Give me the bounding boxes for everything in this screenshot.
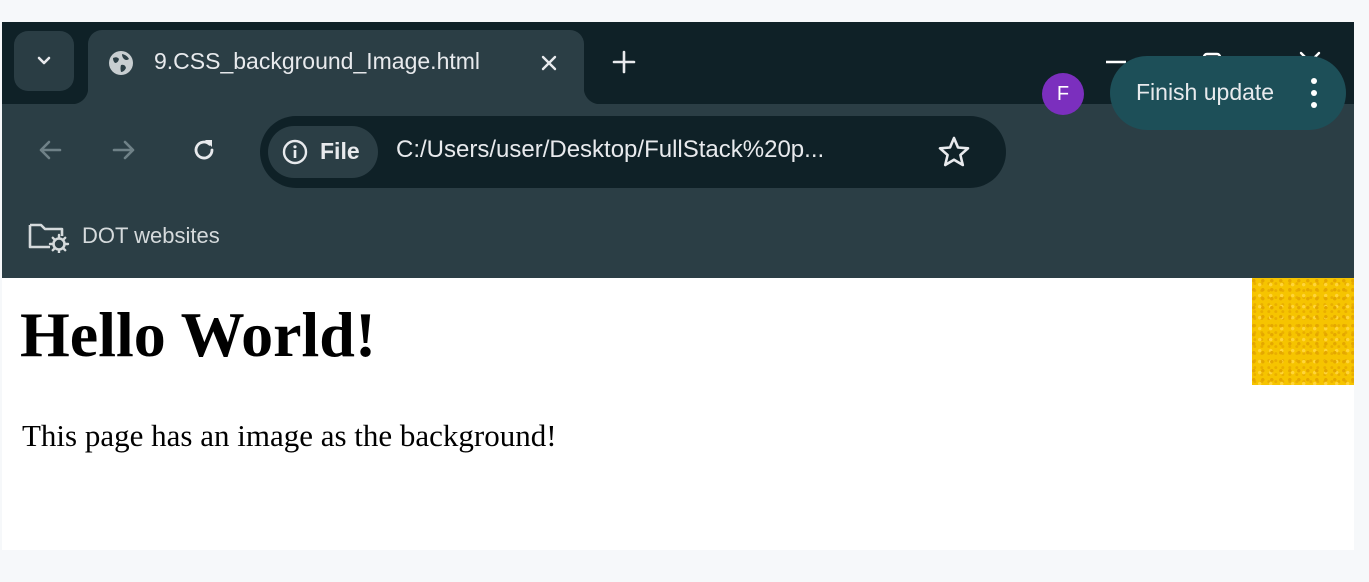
bookmark-folder-dot-websites[interactable]: DOT websites [26,218,220,254]
tab-search-button[interactable] [14,31,74,91]
site-info-chip[interactable]: File [268,126,378,178]
back-arrow-icon [39,140,62,160]
finish-update-button[interactable]: Finish update [1110,56,1346,130]
browser-window: 9.CSS_background_Image.html File C:/User… [2,22,1354,550]
bookmark-label: DOT websites [82,223,220,248]
reload-icon [194,140,214,160]
page-viewport: Hello World! This page has an image as t… [2,278,1354,550]
reload-button[interactable] [186,132,222,168]
page-heading: Hello World! [20,299,377,370]
bookmarks-bar: DOT websites [2,196,1354,278]
page-paragraph: This page has an image as the background… [22,418,557,453]
managed-folder-icon [28,223,70,253]
finish-update-label: Finish update [1136,79,1275,105]
active-tab[interactable]: 9.CSS_background_Image.html [72,30,600,104]
back-button[interactable] [32,132,68,168]
site-chip-label: File [320,138,360,164]
profile-initial: F [1056,82,1070,105]
forward-arrow-icon [112,140,135,160]
info-icon [282,139,308,165]
profile-avatar[interactable]: F [1042,73,1084,115]
new-tab-plus-icon[interactable] [610,48,638,76]
more-vert-icon[interactable] [1306,76,1322,110]
globe-icon [109,51,133,75]
url-text[interactable]: C:/Users/user/Desktop/FullStack%20p... [396,136,824,164]
forward-button[interactable] [106,132,142,168]
bookmark-star-icon[interactable] [936,134,972,170]
tab-title: 9.CSS_background_Image.html [154,48,481,74]
close-icon[interactable] [536,50,562,76]
chevron-down-icon [37,56,51,65]
background-image-tile [1252,278,1354,385]
address-bar[interactable]: File C:/Users/user/Desktop/FullStack%20p… [260,116,1006,188]
